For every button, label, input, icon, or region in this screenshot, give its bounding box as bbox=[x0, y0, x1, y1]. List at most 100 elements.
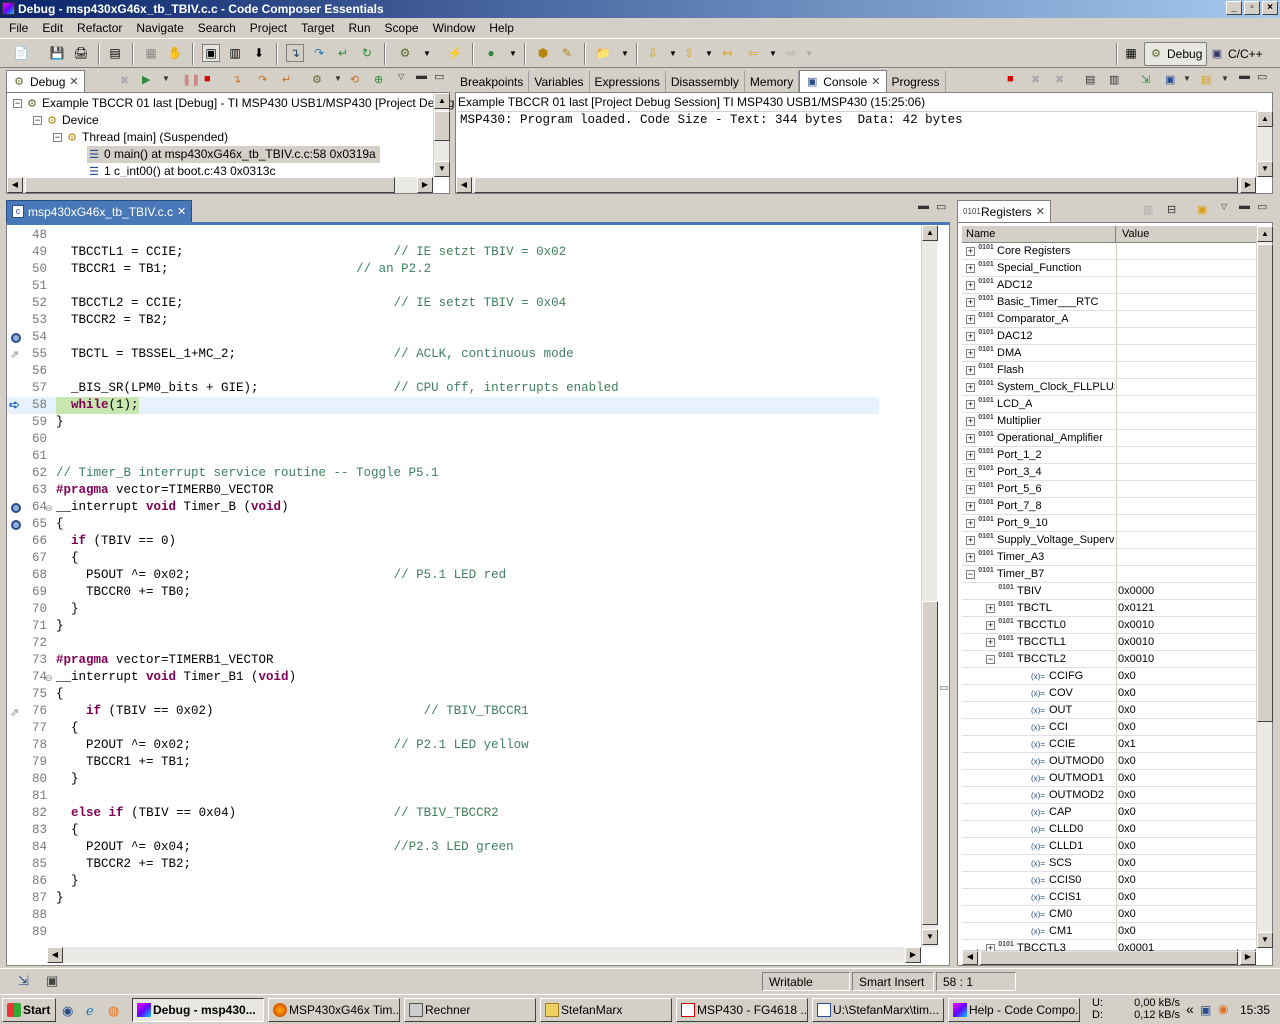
register-value[interactable]: 0x0 bbox=[1118, 770, 1136, 787]
code-line[interactable]: 53 TBCCR2 = TB2; bbox=[7, 312, 879, 329]
terminate-console-icon[interactable]: ■ bbox=[1007, 73, 1014, 85]
register-row[interactable]: (x)= CCIFG 0x0 bbox=[962, 668, 1256, 685]
console-vscroll[interactable]: ▲ ▼ bbox=[1256, 111, 1273, 177]
register-row[interactable]: (x)= CCIE 0x1 bbox=[962, 736, 1256, 753]
register-row[interactable]: +0101 Port_3_4 bbox=[962, 464, 1256, 481]
debug-tree-item-frame0[interactable]: ☰ 0 main() at msp430xG46x_tb_TBIV.c.c:58… bbox=[87, 146, 380, 163]
terminate-icon[interactable]: ■ bbox=[204, 73, 211, 85]
register-row[interactable]: (x)= CM1 0x0 bbox=[962, 923, 1256, 940]
expand-icon[interactable]: + bbox=[966, 485, 975, 494]
code-line[interactable]: 69 TBCCR0 += TB0; bbox=[7, 584, 879, 601]
console-hscroll[interactable]: ◀ ▶ bbox=[456, 177, 1256, 193]
expand-icon[interactable]: + bbox=[966, 383, 975, 392]
open-type-icon[interactable]: ⬢ bbox=[534, 44, 552, 62]
register-row[interactable]: +0101 Port_1_2 bbox=[962, 447, 1256, 464]
register-row[interactable]: (x)= CLLD0 0x0 bbox=[962, 821, 1256, 838]
register-value[interactable]: 0x0 bbox=[1118, 906, 1136, 923]
maximize-view-icon[interactable]: ▭ bbox=[434, 70, 444, 83]
bookmark-icon[interactable]: ⇗ bbox=[10, 706, 19, 719]
external-tools-icon[interactable]: ⚡ bbox=[446, 44, 464, 62]
tab-registers[interactable]: 0101 Registers ✕ bbox=[957, 200, 1051, 222]
folder-icon[interactable]: 📁 bbox=[594, 44, 612, 62]
prev-annotation-dropdown-icon[interactable]: ▼ bbox=[700, 44, 718, 62]
register-value[interactable]: 0x0001 bbox=[1118, 940, 1154, 951]
register-row[interactable]: (x)= CLLD1 0x0 bbox=[962, 838, 1256, 855]
tab-expressions[interactable]: Expressions bbox=[590, 71, 666, 92]
register-row[interactable]: +0101 Multiplier bbox=[962, 413, 1256, 430]
register-value[interactable]: 0x0000 bbox=[1118, 583, 1154, 600]
suspend-icon[interactable]: ❚❚ bbox=[182, 73, 200, 86]
tab-progress[interactable]: Progress bbox=[887, 71, 946, 92]
register-row[interactable]: +0101 LCD_A bbox=[962, 396, 1256, 413]
search-icon[interactable]: ✎ bbox=[558, 44, 576, 62]
debug-tree-item-thread[interactable]: − ⚙ Thread [main] (Suspended) bbox=[53, 129, 228, 146]
register-row[interactable]: +0101 Core Registers bbox=[962, 243, 1256, 260]
remove-launch-icon[interactable]: ✖ bbox=[1031, 73, 1040, 86]
fast-view-icon[interactable]: ⇲ bbox=[18, 973, 29, 989]
step-return-icon[interactable]: ↵ bbox=[334, 44, 352, 62]
code-line[interactable]: 48 bbox=[7, 227, 879, 244]
bookmark-icon[interactable]: ⇗ bbox=[10, 348, 19, 361]
debug-hscroll[interactable]: ◀ ▶ bbox=[7, 177, 433, 193]
close-icon[interactable]: ✕ bbox=[1036, 205, 1045, 218]
tab-disassembly[interactable]: Disassembly bbox=[666, 71, 745, 92]
register-row[interactable]: +0101 TBCTL 0x0121 bbox=[962, 600, 1256, 617]
code-line[interactable]: 80 } bbox=[7, 771, 879, 788]
expand-icon[interactable]: + bbox=[966, 400, 975, 409]
tab-variables[interactable]: Variables bbox=[529, 71, 590, 92]
code-line[interactable]: 68 P5OUT ^= 0x02; // P5.1 LED red bbox=[7, 567, 879, 584]
folder-dropdown-icon[interactable]: ▼ bbox=[616, 44, 634, 62]
menu-window[interactable]: Window bbox=[426, 18, 483, 38]
debug-target-icon[interactable]: ▣ bbox=[202, 44, 220, 62]
register-row[interactable]: −0101 TBCCTL2 0x0010 bbox=[962, 651, 1256, 668]
maximize-button[interactable]: ▫ bbox=[1244, 1, 1260, 15]
step-over-small-icon[interactable]: ↷ bbox=[258, 73, 267, 86]
register-value[interactable]: 0x0121 bbox=[1118, 600, 1154, 617]
register-value[interactable]: 0x0 bbox=[1118, 719, 1136, 736]
code-line[interactable]: 58 while(1); bbox=[7, 397, 879, 414]
code-line[interactable]: 56 bbox=[7, 363, 879, 380]
code-line[interactable]: 65 { bbox=[7, 516, 879, 533]
code-line[interactable]: 88 bbox=[7, 907, 879, 924]
collapse-icon[interactable]: − bbox=[53, 133, 62, 142]
expand-icon[interactable]: + bbox=[966, 502, 975, 511]
menu-project[interactable]: Project bbox=[243, 18, 294, 38]
run-icon[interactable]: ● bbox=[482, 44, 500, 62]
debug-tree-item-device[interactable]: − ⚙ Device bbox=[33, 112, 99, 129]
register-row[interactable]: +0101 DMA bbox=[962, 345, 1256, 362]
register-value[interactable]: 0x0 bbox=[1118, 838, 1136, 855]
network-tray-icon[interactable]: ▣ bbox=[1200, 1003, 1211, 1017]
expand-icon[interactable]: + bbox=[966, 332, 975, 341]
debug-vscroll[interactable]: ▲ ▼ bbox=[433, 93, 450, 177]
menu-target[interactable]: Target bbox=[294, 18, 341, 38]
register-row[interactable]: (x)= CCIS1 0x0 bbox=[962, 889, 1256, 906]
new-view-icon[interactable]: ▣ bbox=[1197, 203, 1207, 216]
hand-icon[interactable]: ✋ bbox=[166, 44, 184, 62]
back-dropdown-icon[interactable]: ▼ bbox=[764, 44, 782, 62]
register-row[interactable]: +0101 DAC12 bbox=[962, 328, 1256, 345]
last-edit-icon[interactable]: ↤ bbox=[718, 44, 736, 62]
remove-terminated-icon[interactable]: ✖ bbox=[120, 74, 129, 87]
register-row[interactable]: (x)= SCS 0x0 bbox=[962, 855, 1256, 872]
close-icon[interactable]: ✕ bbox=[871, 75, 880, 88]
register-row[interactable]: 0101 TBIV 0x0000 bbox=[962, 583, 1256, 600]
register-value[interactable]: 0x0 bbox=[1118, 923, 1136, 940]
register-row[interactable]: (x)= CAP 0x0 bbox=[962, 804, 1256, 821]
back-icon[interactable]: ⇦ bbox=[744, 44, 762, 62]
firefox-icon[interactable]: ◍ bbox=[108, 1003, 119, 1019]
menu-scope[interactable]: Scope bbox=[378, 18, 426, 38]
perspective-cpp[interactable]: ▣ C/C++ bbox=[1206, 42, 1267, 66]
expand-icon[interactable]: + bbox=[966, 349, 975, 358]
open-console-dropdown-icon[interactable]: ▼ bbox=[1221, 74, 1229, 83]
editor-vscroll[interactable]: ▲ ▼ bbox=[921, 225, 938, 947]
expand-icon[interactable]: + bbox=[966, 468, 975, 477]
menu-navigate[interactable]: Navigate bbox=[129, 18, 190, 38]
pin-console-icon[interactable]: ⇲ bbox=[1141, 73, 1150, 86]
register-row[interactable]: +0101 Port_9_10 bbox=[962, 515, 1256, 532]
minimize-button[interactable]: _ bbox=[1226, 1, 1242, 15]
code-line[interactable]: 60 bbox=[7, 431, 879, 448]
close-icon[interactable]: ✕ bbox=[69, 75, 78, 88]
download-icon[interactable]: ⬇ bbox=[250, 44, 268, 62]
register-row[interactable]: +0101 Basic_Timer___RTC bbox=[962, 294, 1256, 311]
desktop-icon[interactable]: ◉ bbox=[62, 1003, 73, 1019]
